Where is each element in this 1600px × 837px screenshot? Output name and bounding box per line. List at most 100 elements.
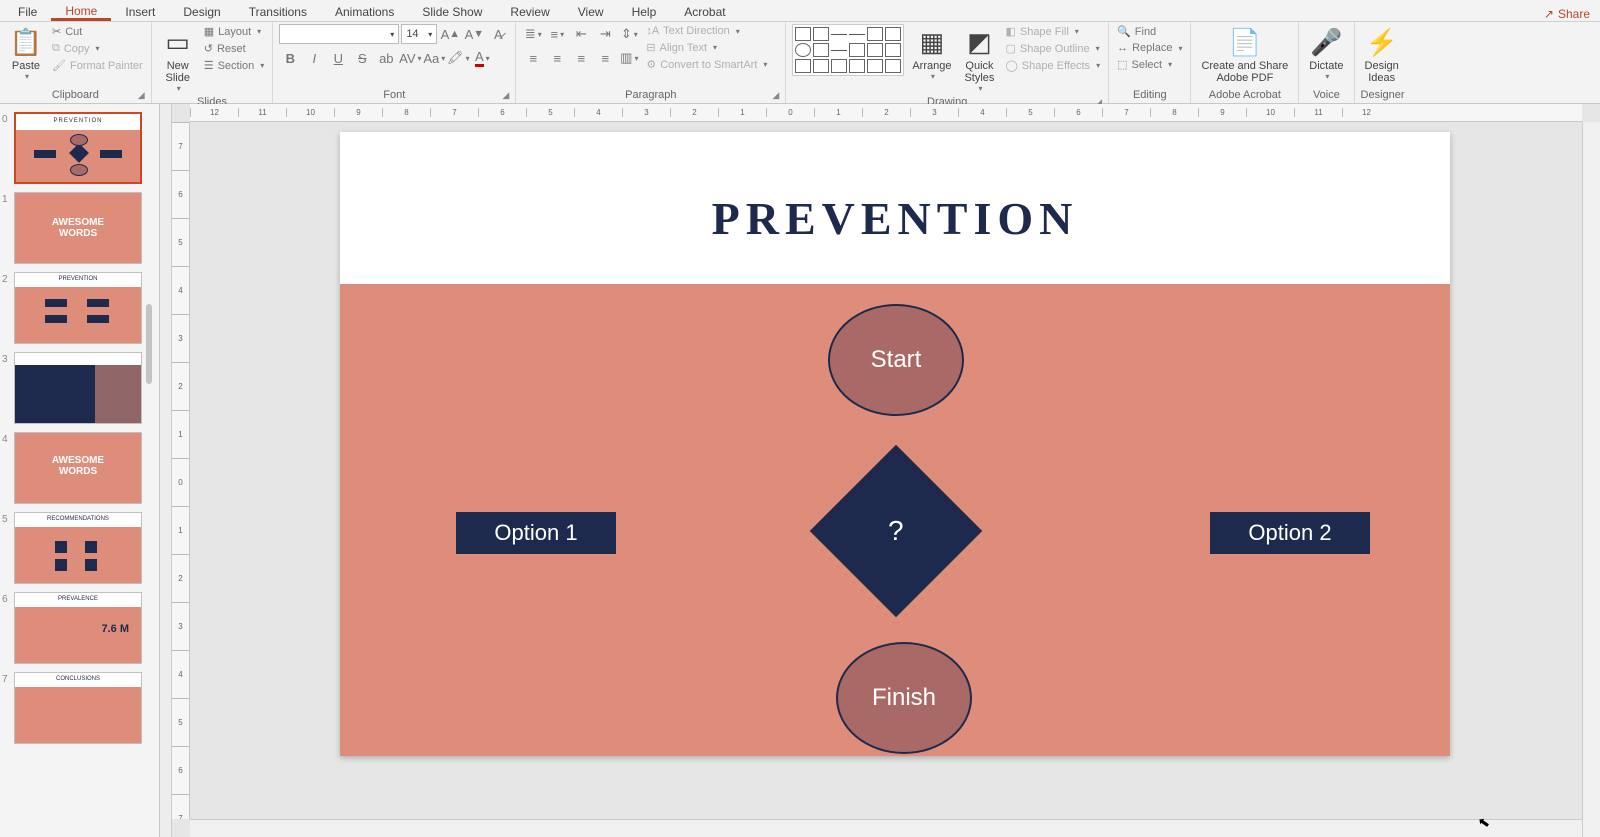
vertical-scrollbar[interactable] <box>1582 122 1600 837</box>
shape-option1-rect[interactable]: Option 1 <box>456 512 616 554</box>
bullets-button[interactable]: ≣ <box>522 24 544 44</box>
reset-button[interactable]: ↺Reset <box>202 41 267 56</box>
group-editing: 🔍Find ↔Replace ⬚Select Editing <box>1109 22 1191 103</box>
tab-file[interactable]: File <box>4 3 51 21</box>
bold-button[interactable]: B <box>279 48 301 68</box>
format-painter-button[interactable]: 🖌Format Painter <box>50 58 145 73</box>
highlight-button[interactable]: 🖍 <box>447 48 469 68</box>
decrease-font-button[interactable]: A▼ <box>463 24 485 44</box>
clear-formatting-button[interactable]: A̷ <box>487 24 509 44</box>
font-launcher[interactable]: ◢ <box>502 90 509 101</box>
strike-button[interactable]: S <box>351 48 373 68</box>
share-button[interactable]: ↗Share <box>1544 7 1590 21</box>
layout-button[interactable]: ▦Layout <box>202 24 267 39</box>
quick-styles-button[interactable]: ◩Quick Styles <box>959 24 999 95</box>
dictate-button[interactable]: 🎤Dictate <box>1305 24 1347 83</box>
tab-design[interactable]: Design <box>169 3 234 21</box>
change-case-button[interactable]: Aa <box>423 48 445 68</box>
find-button[interactable]: 🔍Find <box>1115 24 1184 39</box>
char-spacing-button[interactable]: AV <box>399 48 421 68</box>
tab-review[interactable]: Review <box>496 3 563 21</box>
tab-animations[interactable]: Animations <box>321 3 408 21</box>
group-label-voice: Voice <box>1305 88 1347 103</box>
shadow-button[interactable]: ab <box>375 48 397 68</box>
copy-button[interactable]: ⧉Copy <box>50 41 145 56</box>
increase-font-button[interactable]: A▲ <box>439 24 461 44</box>
font-color-button[interactable]: A <box>471 48 493 68</box>
numbering-button[interactable]: ≡ <box>546 24 568 44</box>
tab-home[interactable]: Home <box>51 2 111 21</box>
design-ideas-button[interactable]: ⚡Design Ideas <box>1361 24 1403 86</box>
justify-button[interactable]: ≡ <box>594 48 616 68</box>
shape-fill-button[interactable]: ◧Shape Fill <box>1003 24 1102 39</box>
clipboard-launcher[interactable]: ◢ <box>138 90 145 101</box>
align-text-icon: ⊟ <box>646 41 655 54</box>
shape-outline-button[interactable]: ▢Shape Outline <box>1003 41 1102 56</box>
tab-acrobat[interactable]: Acrobat <box>670 3 739 21</box>
slide-thumb-0[interactable]: PREVENTION <box>14 112 142 184</box>
quick-styles-icon: ◩ <box>963 26 995 58</box>
share-icon: ↗ <box>1544 7 1554 21</box>
shape-finish-oval[interactable]: Finish <box>836 642 972 754</box>
arrange-button[interactable]: ▦Arrange <box>908 24 955 83</box>
slide-thumb-1[interactable]: AWESOME WORDS <box>14 192 142 264</box>
slide-editor[interactable]: 1211109876543210123456789101112 76543210… <box>160 104 1600 837</box>
tab-help[interactable]: Help <box>618 3 671 21</box>
paste-icon: 📋 <box>10 26 42 58</box>
paste-button[interactable]: 📋 Paste <box>6 24 46 83</box>
layout-icon: ▦ <box>204 25 214 38</box>
increase-indent-button[interactable]: ⇥ <box>594 24 616 44</box>
replace-button[interactable]: ↔Replace <box>1115 41 1184 55</box>
pdf-icon: 📄 <box>1229 26 1261 58</box>
create-share-pdf-button[interactable]: 📄Create and Share Adobe PDF <box>1197 24 1292 86</box>
slide-panel-scrollbar[interactable] <box>146 304 152 384</box>
design-ideas-icon: ⚡ <box>1366 26 1398 58</box>
brush-icon: 🖌 <box>52 59 66 72</box>
slide-thumb-4[interactable]: AWESOME WORDS <box>14 432 142 504</box>
align-right-button[interactable]: ≡ <box>570 48 592 68</box>
paragraph-launcher[interactable]: ◢ <box>772 90 779 101</box>
slide-thumb-5[interactable]: RECOMMENDATIONS <box>14 512 142 584</box>
tab-insert[interactable]: Insert <box>111 3 169 21</box>
find-icon: 🔍 <box>1117 25 1131 38</box>
new-slide-button[interactable]: ▭ New Slide <box>158 24 198 95</box>
cut-button[interactable]: ✂Cut <box>50 24 145 39</box>
section-icon: ☰ <box>204 59 214 72</box>
vertical-ruler: 765432101234567 <box>172 122 190 819</box>
slide-canvas[interactable]: PREVENTION Start Finish Option 1 Option … <box>340 132 1450 756</box>
shape-option2-rect[interactable]: Option 2 <box>1210 512 1370 554</box>
group-drawing: ▦Arrange ◩Quick Styles ◧Shape Fill ▢Shap… <box>786 22 1109 103</box>
slide-thumb-6[interactable]: PREVALENCE 7.6 M <box>14 592 142 664</box>
slide-panel[interactable]: 0 PREVENTION 1 AWESOME WORDS 2 PREVENTIO… <box>0 104 160 837</box>
decrease-indent-button[interactable]: ⇤ <box>570 24 592 44</box>
align-left-button[interactable]: ≡ <box>522 48 544 68</box>
section-button[interactable]: ☰Section <box>202 58 267 73</box>
select-button[interactable]: ⬚Select <box>1115 57 1184 72</box>
slide-thumb-2[interactable]: PREVENTION <box>14 272 142 344</box>
italic-button[interactable]: I <box>303 48 325 68</box>
shape-start-oval[interactable]: Start <box>828 304 964 416</box>
panel-splitter[interactable] <box>160 104 172 837</box>
convert-smartart-button[interactable]: ⚙Convert to SmartArt <box>644 57 769 72</box>
slide-thumb-7[interactable]: CONCLUSIONS <box>14 672 142 744</box>
tab-transitions[interactable]: Transitions <box>235 3 321 21</box>
thumb-number: 7 <box>2 672 14 685</box>
slide-thumb-3[interactable] <box>14 352 142 424</box>
font-size-combo[interactable]: 14▾ <box>401 24 437 44</box>
shape-effects-button[interactable]: ◯Shape Effects <box>1003 58 1102 73</box>
font-name-combo[interactable]: ▾ <box>279 24 399 44</box>
align-text-button[interactable]: ⊟Align Text <box>644 40 769 55</box>
slide-title[interactable]: PREVENTION <box>340 192 1450 245</box>
columns-button[interactable]: ▥ <box>618 48 640 68</box>
tab-slideshow[interactable]: Slide Show <box>408 3 496 21</box>
shapes-gallery[interactable] <box>792 24 904 76</box>
mic-icon: 🎤 <box>1310 26 1342 58</box>
horizontal-scrollbar[interactable] <box>190 819 1582 837</box>
align-center-button[interactable]: ≡ <box>546 48 568 68</box>
smartart-icon: ⚙ <box>646 58 656 71</box>
tab-view[interactable]: View <box>564 3 618 21</box>
line-spacing-button[interactable]: ⇕ <box>618 24 640 44</box>
text-direction-button[interactable]: ↕AText Direction <box>644 24 769 38</box>
text-direction-icon: ↕A <box>646 25 659 37</box>
underline-button[interactable]: U <box>327 48 349 68</box>
